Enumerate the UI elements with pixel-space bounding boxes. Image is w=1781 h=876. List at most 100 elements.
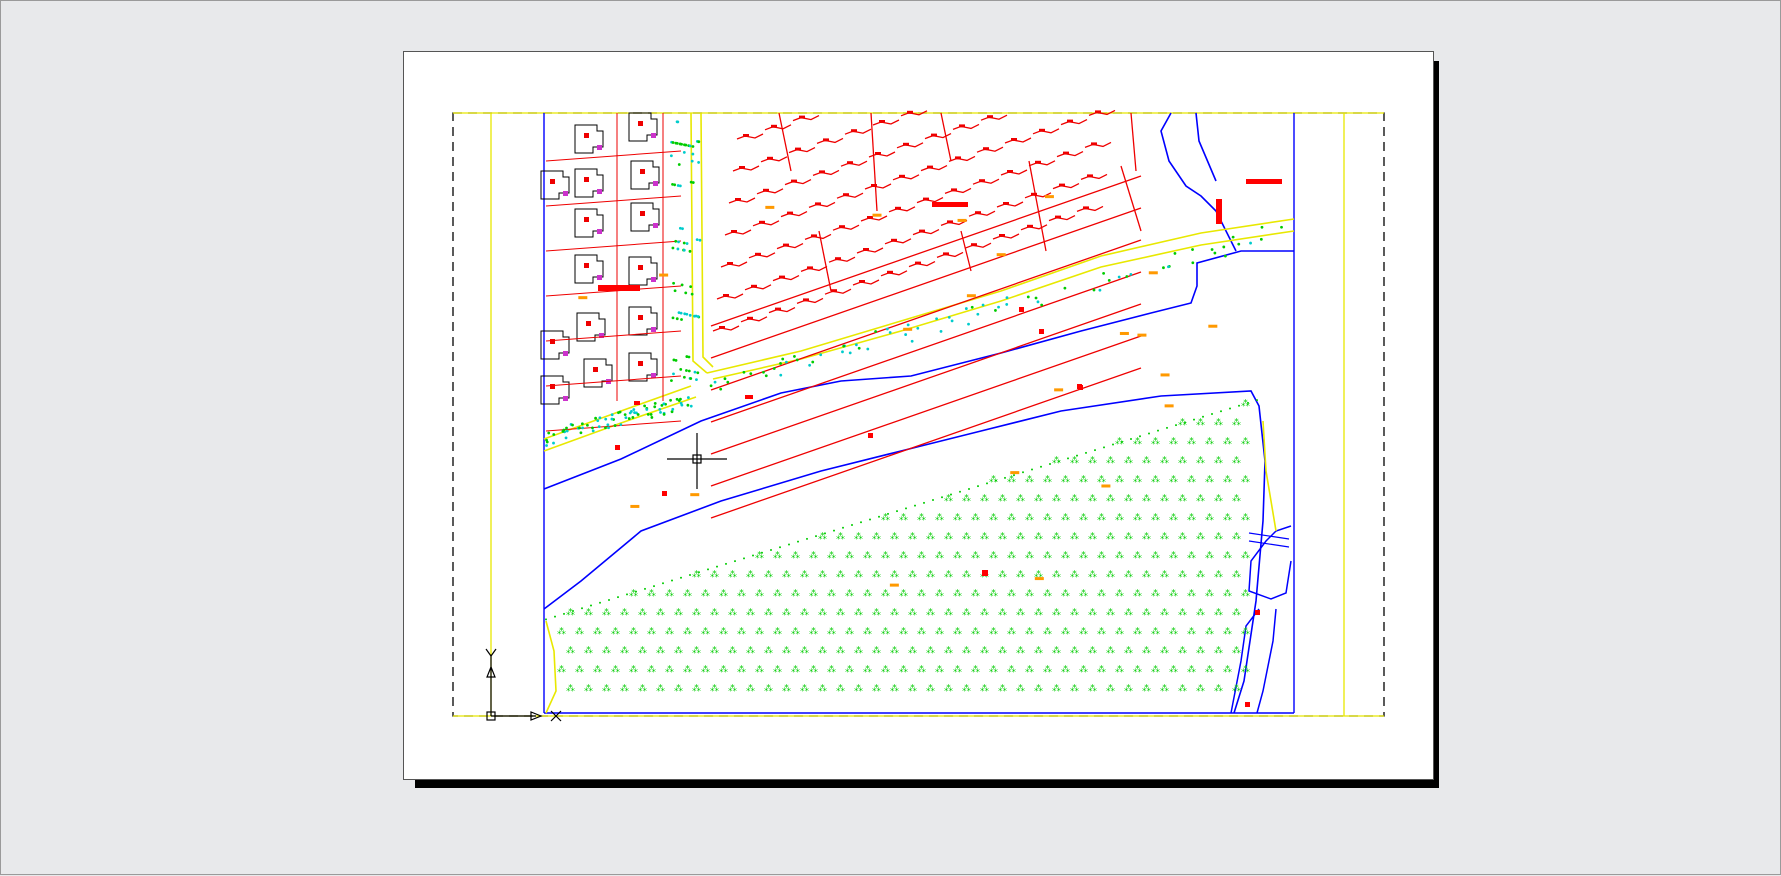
tree-symbol: ⁂ [1178,607,1187,618]
edge-dot [689,573,691,576]
tree-symbol: ⁂ [611,626,620,637]
house-marker [640,211,645,216]
tree-symbol: ⁂ [1241,550,1250,561]
canal-south-east [1248,525,1292,600]
house-marker [593,367,598,372]
shrub-dot [671,316,675,320]
shrub-dot [674,358,678,362]
house-marker [638,315,643,320]
edge-dot [1049,462,1051,465]
tree-symbol: ⁂ [800,645,809,656]
tree-symbol: ⁂ [1232,493,1241,504]
shrub-dot [643,404,647,408]
shrub-dot [613,424,617,427]
tree-symbol: ⁂ [1169,626,1178,637]
tree-symbol: ⁂ [1070,569,1079,580]
tree-symbol: ⁂ [791,664,800,675]
edge-dot [1067,457,1069,460]
tree-symbol: ⁂ [989,474,998,485]
tree-symbol: ⁂ [854,569,863,580]
tree-symbol: ⁂ [566,645,575,656]
shrub-dot [653,402,657,405]
shrub-dot [596,419,600,423]
shrub-dot [688,313,692,317]
tree-symbol: ⁂ [656,683,665,694]
tree-symbol: ⁂ [1007,626,1016,637]
shrub-dot [545,438,548,442]
tree-symbol: ⁂ [1106,569,1115,580]
shrub-dot [675,141,679,145]
tree-symbol: ⁂ [1232,417,1241,428]
house-marker [550,384,555,389]
tree-symbol: ⁂ [1205,626,1214,637]
tree-symbol: ⁂ [566,683,575,694]
tree-symbol: ⁂ [944,683,953,694]
shrub-dot [967,322,970,326]
shrub-dot [623,413,627,417]
shrub-dot [690,292,694,296]
plot-line [545,375,682,387]
tree-symbol: ⁂ [746,645,755,656]
plot-area-border [452,112,1385,717]
ucs-x-label: X [1,1,2,2]
tree-symbol: ⁂ [1187,512,1196,523]
shrub-dot [681,227,684,231]
tree-symbol: ⁂ [683,626,692,637]
shrub-dot [1237,242,1241,246]
tree-symbol: ⁂ [917,588,926,599]
shrub-dot [653,405,657,409]
shrub-dot [685,242,689,245]
tree-symbol: ⁂ [1016,683,1025,694]
shrub-dot [691,181,695,184]
tree-symbol: ⁂ [647,664,656,675]
house-marker [550,179,555,184]
tree-symbol: ⁂ [701,664,710,675]
edge-dot [617,596,619,599]
tree-symbol: ⁂ [647,626,656,637]
parcel-row-line [710,207,1142,359]
tree-symbol: ⁂ [1079,474,1088,485]
tree-symbol: ⁂ [1070,683,1079,694]
shrub-dot [1260,225,1264,229]
tree-symbol: ⁂ [1088,531,1097,542]
edge-dot [644,587,646,590]
plot-line [545,420,682,432]
tree-symbol: ⁂ [1061,588,1070,599]
tree-symbol: ⁂ [1025,550,1034,561]
tree-symbol: ⁂ [1016,645,1025,656]
tree-symbol: ⁂ [908,569,917,580]
tree-symbol: ⁂ [557,664,566,675]
tree-symbol: ⁂ [809,664,818,675]
tree-symbol: ⁂ [1106,683,1115,694]
tree-symbol: ⁂ [935,550,944,561]
orange-label [690,493,700,497]
tree-symbol: ⁂ [1178,493,1187,504]
tree-symbol: ⁂ [881,588,890,599]
shrub-dot [685,312,689,316]
shrub-dot [684,291,688,295]
tree-symbol: ⁂ [980,683,989,694]
tree-symbol: ⁂ [917,550,926,561]
shrub-dot [676,120,680,124]
tree-symbol: ⁂ [710,607,719,618]
tree-symbol: ⁂ [962,531,971,542]
layout-viewport[interactable]: ⁂ ⁂ ⁂ ⁂ ⁂ ⁂ ⁂ ⁂ ⁂ ⁂ ⁂ ⁂ ⁂ ⁂ ⁂ ⁂ ⁂ ⁂ ⁂ ⁂ ⁂ ⁂ ⁂ ⁂ ⁂ ⁂ ⁂ ⁂ ⁂ ⁂ ⁂ ⁂ ⁂ ⁂ ⁂ ⁂ ⁂ ⁂ ⁂ ⁂… [0,0,1781,875]
tree-symbol: ⁂ [1007,550,1016,561]
tree-symbol: ⁂ [1070,645,1079,656]
tree-symbol: ⁂ [944,645,953,656]
shrub-dot [947,315,951,319]
cad-drawing-canvas[interactable]: ⁂ ⁂ ⁂ ⁂ ⁂ ⁂ ⁂ ⁂ ⁂ ⁂ ⁂ ⁂ ⁂ ⁂ ⁂ ⁂ ⁂ ⁂ ⁂ ⁂ ⁂ ⁂ ⁂ ⁂ ⁂ ⁂ ⁂ ⁂ ⁂ ⁂ ⁂ ⁂ ⁂ ⁂ ⁂ ⁂ ⁂ ⁂ ⁂ ⁂… [1,1,1781,876]
shrub-dot [1162,266,1165,270]
orange-label [1034,577,1044,581]
orange-label [1208,324,1218,328]
shrub-dot [682,150,686,154]
tree-symbol: ⁂ [1214,493,1223,504]
tree-symbol: ⁂ [1097,474,1106,485]
tree-symbol: ⁂ [863,664,872,675]
shrub-dot [1222,245,1226,249]
shrub-dot [696,315,700,318]
tree-symbol: ⁂ [1070,531,1079,542]
tree-symbol: ⁂ [1160,569,1169,580]
edge-dot [779,546,781,549]
tree-symbol: ⁂ [611,664,620,675]
